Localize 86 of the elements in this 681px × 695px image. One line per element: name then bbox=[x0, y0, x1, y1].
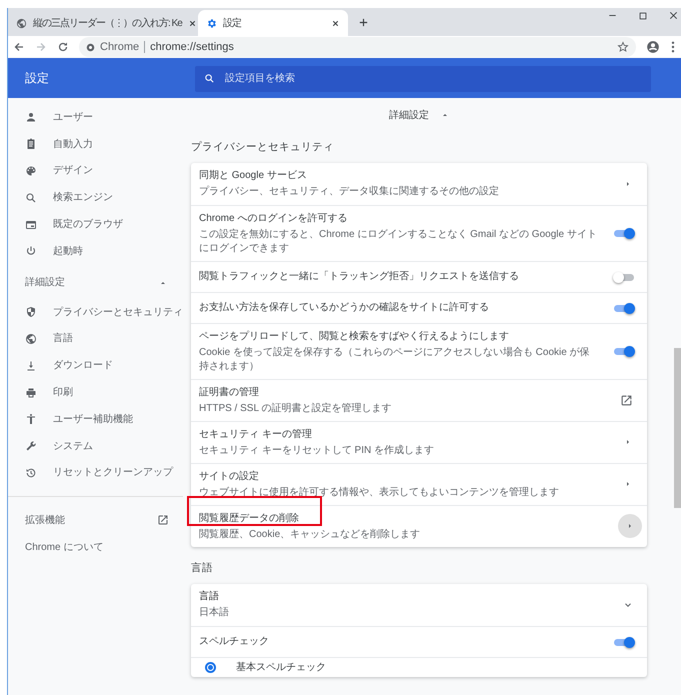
browser-tab[interactable]: 設定 bbox=[198, 10, 348, 36]
back-arrow-icon[interactable] bbox=[13, 41, 25, 53]
sidebar-item[interactable]: 自動入力 bbox=[8, 130, 191, 158]
caret-right-icon bbox=[626, 522, 634, 530]
page-title: 設定 bbox=[24, 70, 50, 87]
person-icon bbox=[25, 111, 37, 124]
sidebar-item[interactable]: 既定のブラウザ bbox=[8, 211, 191, 238]
search-icon bbox=[204, 73, 215, 84]
sidebar-item[interactable]: プライバシーとセキュリティ bbox=[8, 298, 191, 326]
setting-title: お支払い方法を保存しているかどうかの確認をサイトに許可する bbox=[199, 300, 490, 316]
globe-icon bbox=[16, 18, 27, 28]
clipboard-icon bbox=[25, 138, 37, 150]
power-icon bbox=[25, 245, 37, 258]
close-icon[interactable] bbox=[331, 18, 340, 28]
shield-icon bbox=[25, 306, 37, 318]
sidebar-item[interactable]: システム bbox=[8, 432, 191, 460]
accessibility-icon bbox=[25, 413, 37, 426]
wrench-icon bbox=[25, 440, 37, 452]
toggle-switch[interactable] bbox=[613, 345, 635, 358]
radio-button[interactable] bbox=[205, 662, 216, 672]
printer-icon bbox=[25, 386, 37, 399]
toggle-switch[interactable] bbox=[613, 302, 635, 314]
setting-description: プライバシー、セキュリティ、データ収集に関連するその他の設定 bbox=[199, 185, 500, 200]
setting-title: セキュリティ キーの管理 bbox=[199, 428, 313, 442]
site-label: Chrome bbox=[100, 40, 140, 55]
menu-dots-icon[interactable] bbox=[670, 41, 676, 53]
sidebar-item[interactable]: ユーザー補助機能 bbox=[8, 406, 191, 433]
toggle-switch[interactable] bbox=[613, 270, 635, 283]
setting-description: 日本語 bbox=[199, 606, 230, 620]
sidebar-section-toggle[interactable]: 詳細設定 bbox=[8, 266, 191, 299]
sidebar-item[interactable]: 言語 bbox=[8, 326, 191, 352]
browser-window-icon bbox=[25, 218, 37, 231]
address-bar[interactable]: Chrome chrome://settings bbox=[79, 37, 636, 57]
globe-icon bbox=[25, 332, 37, 345]
setting-title: Chrome へのログインを許可する bbox=[199, 212, 348, 226]
setting-description: この設定を無効にすると、Chrome にログインすることなく Gmail などの Google サイトにログインできます bbox=[199, 228, 598, 256]
setting-title: 閲覧履歴データの削除 bbox=[199, 512, 300, 526]
setting-title: スペルチェック bbox=[199, 635, 270, 649]
sidebar-link[interactable]: 拡張機能 bbox=[8, 507, 191, 534]
reload-icon[interactable] bbox=[57, 41, 69, 53]
close-icon[interactable] bbox=[668, 10, 679, 21]
setting-title: 基本スペルチェック bbox=[236, 660, 327, 674]
setting-description: 閲覧履歴、Cookie、キャッシュなどを削除します bbox=[199, 528, 422, 542]
sidebar-item[interactable]: デザイン bbox=[8, 158, 191, 184]
sidebar-item[interactable]: リセットとクリーンアップ bbox=[8, 460, 191, 486]
setting-description: セキュリティ キーをリセットして PIN を作成します bbox=[199, 444, 436, 458]
caret-right-icon[interactable] bbox=[624, 180, 632, 188]
advanced-settings-toggle[interactable]: 詳細設定 bbox=[389, 104, 449, 126]
close-icon[interactable] bbox=[188, 18, 197, 28]
sidebar-link[interactable]: Chrome について bbox=[8, 533, 191, 562]
tab-title: 縦の三点リーダー（⋮）の入れ方: Ke bbox=[33, 16, 182, 30]
search-icon bbox=[25, 192, 37, 204]
sidebar-item[interactable]: 印刷 bbox=[8, 379, 191, 406]
tab-title: 設定 bbox=[223, 16, 242, 30]
sidebar-item[interactable]: ダウンロード bbox=[8, 352, 191, 380]
toggle-switch[interactable] bbox=[613, 227, 635, 240]
setting-description: HTTPS / SSL の証明書と設定を管理します bbox=[199, 402, 392, 416]
setting-title: 同期と Google サービス bbox=[199, 168, 308, 184]
caret-right-icon[interactable] bbox=[624, 438, 632, 446]
external-link-icon[interactable] bbox=[157, 514, 169, 526]
section-title: プライバシーとセキュリティ bbox=[191, 140, 335, 155]
url-text: chrome://settings bbox=[150, 40, 235, 55]
setting-title: 証明書の管理 bbox=[199, 386, 260, 400]
setting-title: サイトの設定 bbox=[199, 470, 260, 484]
external-link-icon[interactable] bbox=[620, 394, 633, 407]
profile-icon[interactable] bbox=[646, 40, 660, 54]
search-field[interactable]: 設定項目を検索 bbox=[195, 66, 651, 92]
setting-description: Cookie を使って設定を保存する（これらのページにアクセスしない場合も Cookie が保持されます） bbox=[199, 346, 591, 374]
download-icon bbox=[25, 360, 37, 372]
sidebar-item[interactable]: 検索エンジン bbox=[8, 184, 191, 212]
sidebar-item[interactable]: 起動時 bbox=[8, 238, 191, 265]
sidebar-item[interactable]: ユーザー bbox=[8, 104, 191, 131]
chrome-logo-icon bbox=[86, 42, 95, 52]
star-icon[interactable] bbox=[617, 41, 629, 53]
maximize-icon[interactable] bbox=[638, 10, 648, 20]
history-icon bbox=[25, 466, 37, 479]
palette-icon bbox=[25, 164, 37, 177]
section-title: 言語 bbox=[191, 560, 214, 576]
new-tab-plus-icon[interactable] bbox=[358, 17, 369, 28]
gear-icon bbox=[206, 18, 217, 28]
scrollbar-thumb[interactable] bbox=[674, 348, 681, 508]
setting-title: 言語 bbox=[199, 590, 220, 604]
setting-title: ページをプリロードして、閲覧と検索をすばやく行えるようにします bbox=[199, 330, 510, 344]
setting-title: 閲覧トラフィックと一緒に「トラッキング拒否」リクエストを送信する bbox=[199, 270, 520, 284]
toggle-switch[interactable] bbox=[613, 636, 635, 648]
caret-right-icon[interactable] bbox=[624, 480, 632, 488]
